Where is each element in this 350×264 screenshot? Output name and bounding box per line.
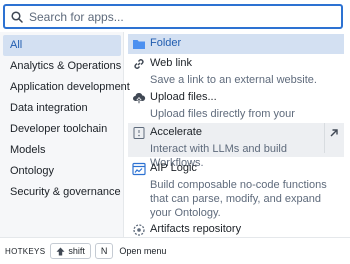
n-key: N (94, 243, 114, 259)
app-item-aip-logic[interactable]: AIP Logic Build composable no-code funct… (128, 159, 344, 221)
sidebar-item-models[interactable]: Models (0, 140, 123, 161)
app-item-description: Save a link to an external website. (150, 74, 317, 86)
arrow-top-right-icon[interactable] (328, 127, 340, 139)
shift-arrow-icon (56, 247, 65, 255)
logic-icon (132, 162, 146, 176)
cloud-upload-icon (133, 93, 146, 104)
app-item-title: AIP Logic (150, 162, 197, 174)
category-sidebar: All Analytics & Operations Application d… (0, 32, 130, 237)
app-item-folder[interactable]: Folder (128, 34, 344, 54)
sidebar-item-data-integration[interactable]: Data integration (0, 98, 123, 119)
app-item-accelerate[interactable]: Accelerate Interact with LLMs and build … (128, 123, 344, 169)
hotkeys-footer: HOTKEYS shift N Open menu (0, 237, 350, 264)
app-item-title: Web link (150, 57, 192, 69)
folder-icon (133, 40, 145, 49)
app-item-title: Upload files... (150, 91, 217, 103)
app-item-title: Artifacts repository (150, 223, 242, 235)
search-icon (11, 10, 23, 23)
search-input[interactable] (29, 9, 329, 24)
app-item-description: Build composable no-code functions that … (150, 179, 327, 219)
app-item-artifacts-repository[interactable]: Artifacts repository (128, 220, 344, 237)
open-menu-label: Open menu (119, 246, 167, 256)
sidebar-item-analytics-operations[interactable]: Analytics & Operations (0, 56, 123, 77)
accelerate-icon (133, 127, 145, 139)
app-list: Folder Web link Save a link to an extern… (124, 32, 350, 237)
shift-key: shift (50, 243, 91, 259)
sidebar-item-security-governance[interactable]: Security & governance (0, 182, 123, 203)
app-item-upload-files[interactable]: Upload files... Upload files directly fr… (128, 88, 344, 134)
app-item-title: Accelerate (150, 126, 202, 138)
search-bar[interactable] (3, 4, 343, 29)
sidebar-item-developer-toolchain[interactable]: Developer toolchain (0, 119, 123, 140)
artifacts-icon (133, 224, 145, 236)
hotkeys-label: HOTKEYS (5, 246, 46, 256)
app-item-title: Folder (150, 37, 182, 49)
shift-key-label: shift (68, 246, 85, 256)
link-icon (134, 59, 144, 69)
divider (324, 123, 325, 153)
app-item-web-link[interactable]: Web link Save a link to an external webs… (128, 54, 344, 88)
sidebar-item-ontology[interactable]: Ontology (0, 161, 123, 182)
sidebar-item-all[interactable]: All (3, 35, 121, 56)
sidebar-item-application-development[interactable]: Application development (0, 77, 130, 98)
